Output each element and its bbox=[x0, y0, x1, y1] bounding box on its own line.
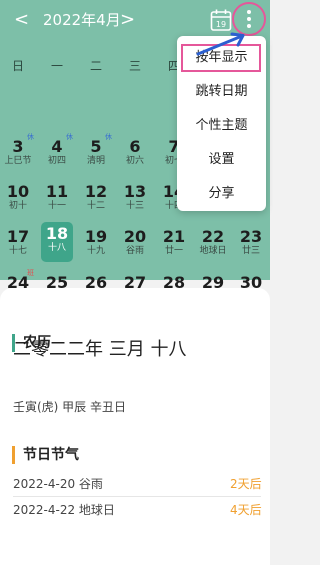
day-cell[interactable]: 17 十七 bbox=[3, 227, 33, 257]
weekday-label: 日 bbox=[11, 59, 24, 73]
ganzhi-text: 壬寅(虎) 甲辰 辛丑日 bbox=[13, 400, 126, 414]
lunar-label: 初四 bbox=[47, 156, 66, 166]
lunar-label: 十一 bbox=[47, 201, 66, 211]
info-panel: 农历 二零二二年 三月 十八 壬寅(虎) 甲辰 辛丑日 节日节气 2022-4-… bbox=[0, 288, 270, 565]
next-month-button[interactable]: > bbox=[120, 8, 135, 32]
day-cell[interactable]: 6 初六 bbox=[120, 137, 150, 167]
lunar-label: 十二 bbox=[86, 201, 105, 211]
weekday-label: 二 bbox=[89, 59, 102, 73]
day-cell[interactable]: 10 初十 bbox=[3, 182, 33, 212]
day-number: 20 bbox=[123, 227, 147, 246]
divider bbox=[13, 496, 261, 497]
holiday-tag: 休 bbox=[66, 133, 73, 141]
day-cell[interactable]: 5 清明 bbox=[81, 137, 111, 167]
lunar-label: 十八 bbox=[47, 243, 66, 253]
day-cell[interactable]: 13 十三 bbox=[120, 182, 150, 212]
lunar-label: 十七 bbox=[8, 246, 27, 256]
festival-section-title: 节日节气 bbox=[12, 446, 79, 464]
day-cell[interactable]: 21 廿一 bbox=[159, 227, 189, 257]
holiday-tag: 休 bbox=[27, 133, 34, 141]
annotation-arrow-icon bbox=[196, 32, 245, 56]
lunar-label: 初六 bbox=[125, 156, 144, 166]
menu-item-jump-date[interactable]: 跳转日期 bbox=[177, 82, 266, 102]
prev-month-button[interactable]: < bbox=[14, 8, 29, 32]
lunar-label: 十三 bbox=[125, 201, 144, 211]
lunar-label: 地球日 bbox=[199, 246, 227, 256]
day-number: 13 bbox=[123, 182, 147, 201]
day-number: 18 bbox=[45, 224, 69, 243]
festival-countdown: 4天后 bbox=[230, 503, 262, 517]
menu-item-share[interactable]: 分享 bbox=[177, 184, 266, 204]
lunar-date: 二零二二年 三月 十八 bbox=[13, 339, 187, 360]
weekday-label: 三 bbox=[128, 59, 141, 73]
day-number: 23 bbox=[239, 227, 263, 246]
lunar-label: 廿三 bbox=[241, 246, 260, 256]
lunar-label: 廿一 bbox=[164, 246, 183, 256]
svg-text:19: 19 bbox=[216, 20, 226, 29]
workday-tag: 班 bbox=[27, 269, 34, 277]
day-number: 6 bbox=[129, 137, 141, 156]
lunar-label: 十九 bbox=[86, 246, 105, 256]
day-cell[interactable]: 22 地球日 bbox=[198, 227, 228, 257]
day-cell[interactable]: 20 谷雨 bbox=[120, 227, 150, 257]
holiday-tag: 休 bbox=[105, 133, 112, 141]
menu-item-settings[interactable]: 设置 bbox=[177, 150, 266, 170]
day-number: 17 bbox=[6, 227, 30, 246]
menu-item-theme[interactable]: 个性主题 bbox=[177, 116, 266, 136]
day-cell[interactable]: 12 十二 bbox=[81, 182, 111, 212]
day-cell[interactable]: 3 上巳节 bbox=[3, 137, 33, 167]
day-number: 21 bbox=[162, 227, 186, 246]
month-title[interactable]: 2022年4月 bbox=[43, 9, 121, 31]
overflow-menu: 按年显示 跳转日期 个性主题 设置 分享 bbox=[177, 36, 266, 211]
day-cell-selected[interactable]: 18 十八 bbox=[41, 222, 73, 262]
day-number: 19 bbox=[84, 227, 108, 246]
day-cell[interactable]: 19 十九 bbox=[81, 227, 111, 257]
day-cell[interactable]: 23 廿三 bbox=[236, 227, 266, 257]
day-number: 11 bbox=[45, 182, 69, 201]
weekday-label: 一 bbox=[50, 59, 63, 73]
lunar-label: 初十 bbox=[8, 201, 27, 211]
calendar-today-icon[interactable]: 19 bbox=[210, 8, 232, 32]
lunar-label: 清明 bbox=[86, 156, 105, 166]
day-cell[interactable]: 4 初四 bbox=[42, 137, 72, 167]
festival-item-date: 2022-4-20 谷雨 bbox=[13, 477, 103, 491]
day-cell[interactable]: 11 十一 bbox=[42, 182, 72, 212]
festival-item-date: 2022-4-22 地球日 bbox=[13, 503, 115, 517]
day-number: 10 bbox=[6, 182, 30, 201]
day-number: 22 bbox=[201, 227, 225, 246]
lunar-label: 上巳节 bbox=[4, 156, 32, 166]
lunar-label: 谷雨 bbox=[125, 246, 144, 256]
more-vertical-icon[interactable] bbox=[247, 10, 251, 31]
day-number: 12 bbox=[84, 182, 108, 201]
festival-countdown: 2天后 bbox=[230, 477, 262, 491]
